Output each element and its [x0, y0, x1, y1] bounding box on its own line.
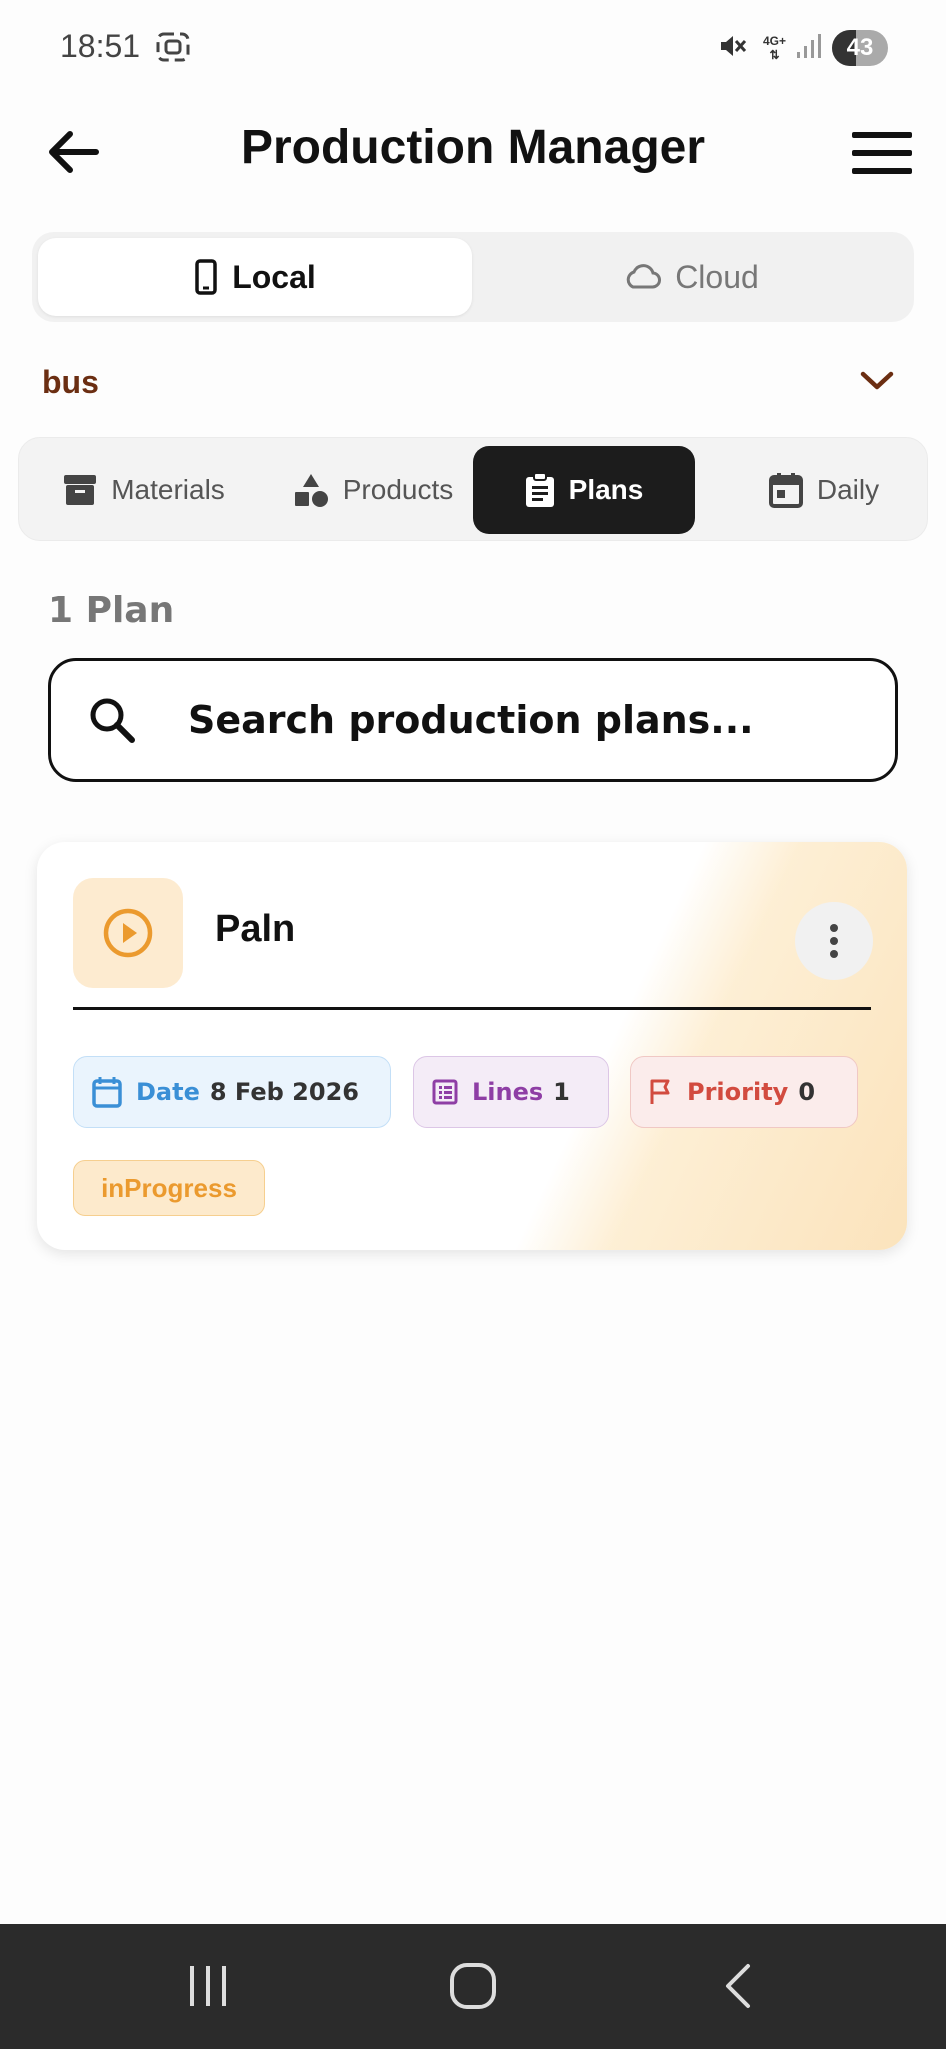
menu-button[interactable]	[850, 128, 914, 178]
plan-status-icon-box	[73, 878, 183, 988]
more-vertical-icon	[830, 924, 838, 958]
tab-plans[interactable]: Plans	[473, 446, 695, 534]
mute-icon	[717, 31, 747, 65]
more-options-button[interactable]	[795, 902, 873, 980]
network-indicator: 4G+ ⇅	[763, 34, 786, 62]
smartphone-icon	[195, 259, 217, 295]
search-icon	[87, 695, 137, 749]
status-time: 18:51	[60, 28, 141, 64]
plan-count: 1 Plan	[48, 590, 175, 631]
local-label: Local	[232, 258, 316, 295]
local-toggle-button[interactable]: Local	[38, 238, 472, 316]
plan-card[interactable]: Paln Date 8 Feb 2026 Lines 1 Priority 0 …	[37, 842, 907, 1250]
status-badge: inProgress	[73, 1160, 265, 1216]
date-chip: Date 8 Feb 2026	[73, 1056, 391, 1128]
clipboard-icon	[525, 472, 554, 507]
hamburger-menu-icon	[852, 132, 912, 174]
project-dropdown[interactable]: bus	[42, 356, 894, 416]
page-title: Production Manager	[240, 121, 706, 174]
home-button[interactable]	[448, 1960, 498, 2016]
system-nav-bar	[0, 1924, 946, 2049]
plan-title: Paln	[215, 908, 296, 950]
priority-value: 0	[798, 1078, 816, 1106]
calendar-icon	[768, 473, 803, 508]
project-name: bus	[42, 364, 99, 400]
tab-daily[interactable]: Daily	[739, 446, 909, 534]
section-tabs: Materials Products Plans Daily	[18, 437, 928, 541]
cloud-toggle-button[interactable]: Cloud	[474, 238, 908, 316]
play-circle-icon	[103, 908, 153, 958]
cloud-label: Cloud	[675, 258, 759, 295]
status-indicators: 4G+ ⇅ 43	[717, 30, 888, 66]
tab-materials[interactable]: Materials	[39, 446, 249, 534]
flag-icon	[650, 1079, 670, 1104]
back-icon	[726, 1964, 750, 2008]
storage-toggle: Local Cloud	[32, 232, 914, 322]
date-label: Date	[136, 1078, 200, 1106]
tab-materials-label: Materials	[111, 474, 225, 505]
priority-label: Priority	[687, 1078, 789, 1106]
calendar-icon	[92, 1077, 122, 1108]
battery-level: 43	[846, 34, 874, 61]
data-arrows-icon: ⇅	[769, 48, 780, 62]
tab-products[interactable]: Products	[273, 446, 473, 534]
tab-plans-label: Plans	[568, 474, 644, 505]
recent-apps-button[interactable]	[186, 1960, 230, 2016]
card-divider	[73, 1007, 871, 1010]
chevron-down-icon	[860, 370, 894, 396]
archive-box-icon	[64, 475, 97, 505]
shapes-icon	[294, 474, 328, 507]
tab-daily-label: Daily	[816, 474, 880, 505]
lines-value: 1	[553, 1078, 570, 1106]
lines-chip: Lines 1	[413, 1056, 609, 1128]
list-icon	[432, 1079, 458, 1105]
cloud-icon	[626, 264, 662, 289]
screen: 18:51 4G+ ⇅ 43 Production Manager Local …	[0, 0, 946, 2049]
search-box	[48, 658, 898, 782]
system-back-button[interactable]	[718, 1960, 758, 2016]
network-label: 4G+	[762, 34, 786, 48]
home-icon	[450, 1963, 496, 2009]
date-value: 8 Feb 2026	[209, 1078, 359, 1106]
signal-icon	[796, 32, 822, 64]
tab-products-label: Products	[342, 474, 454, 505]
lines-label: Lines	[472, 1078, 544, 1106]
status-bar: 18:51 4G+ ⇅ 43	[0, 0, 946, 100]
priority-chip: Priority 0	[630, 1056, 858, 1128]
recent-apps-icon	[190, 1966, 226, 2006]
app-bar: Production Manager	[0, 100, 946, 204]
battery-indicator: 43	[832, 30, 888, 66]
screenshot-icon	[156, 32, 190, 66]
search-input[interactable]	[186, 687, 866, 753]
